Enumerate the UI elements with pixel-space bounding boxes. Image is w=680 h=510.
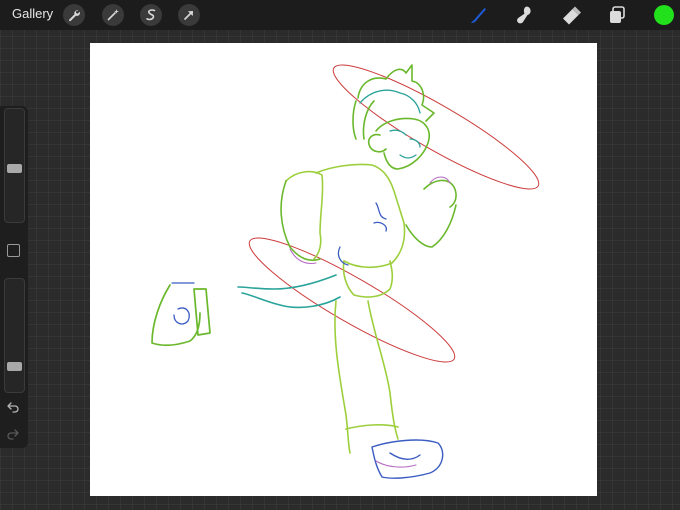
selection-icon: [146, 9, 156, 21]
actions-button[interactable]: [63, 4, 85, 26]
sketch-drawing: [151, 64, 540, 479]
opacity-slider[interactable]: [4, 278, 25, 393]
transform-button[interactable]: [178, 4, 200, 26]
modify-button[interactable]: [7, 244, 20, 257]
adjustments-button[interactable]: [102, 4, 124, 26]
brush-icon: [471, 8, 486, 23]
character-sketch: [151, 64, 457, 479]
brush-tool[interactable]: [467, 4, 489, 26]
smudge-icon: [517, 6, 531, 24]
magic-wand-icon: [107, 9, 119, 21]
smudge-tool[interactable]: [513, 4, 535, 26]
selection-button[interactable]: [140, 4, 162, 26]
opacity-thumb[interactable]: [7, 362, 22, 371]
transform-arrow-icon: [184, 11, 193, 20]
top-toolbar: Gallery: [0, 0, 680, 30]
gallery-button[interactable]: Gallery: [12, 6, 53, 21]
left-sidebar: [0, 106, 28, 448]
eraser-icon: [563, 6, 581, 25]
guide-ellipse-lower: [248, 237, 456, 363]
color-picker-button[interactable]: [654, 5, 674, 25]
wrench-icon: [69, 10, 80, 22]
layers-icon: [610, 6, 625, 23]
layers-button[interactable]: [606, 4, 628, 26]
brush-size-slider[interactable]: [4, 108, 25, 223]
brush-size-thumb[interactable]: [7, 164, 22, 173]
redo-icon[interactable]: [5, 426, 21, 442]
drawing-canvas[interactable]: [90, 43, 597, 496]
undo-icon[interactable]: [5, 399, 21, 415]
eraser-tool[interactable]: [560, 4, 582, 26]
